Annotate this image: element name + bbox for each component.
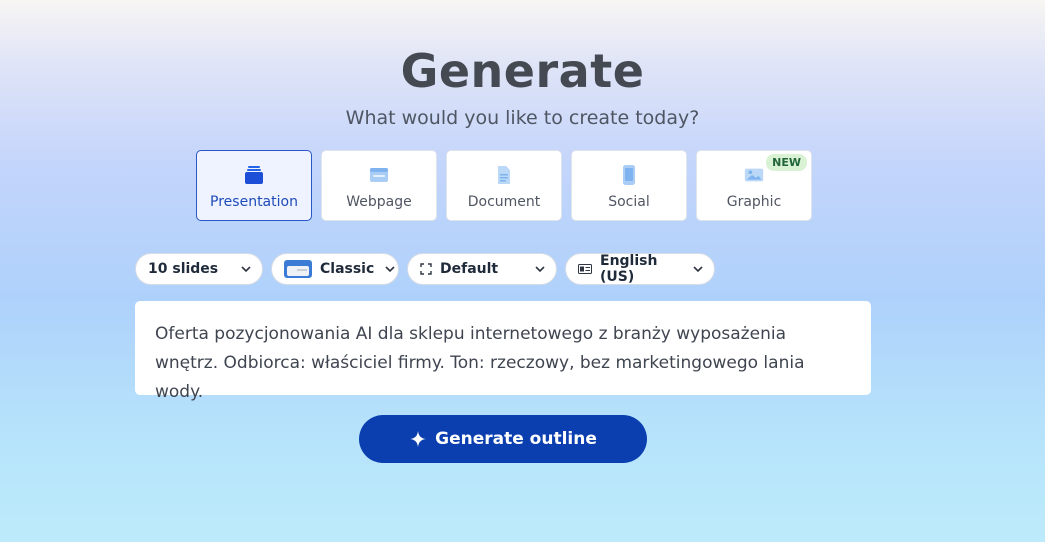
type-card-social[interactable]: Social [571,150,687,221]
sparkle-icon [409,430,427,448]
type-card-document[interactable]: Document [446,150,562,221]
chevron-down-icon [240,263,252,275]
language-icon [578,264,592,274]
presentation-icon [243,164,265,186]
content-type-selector: Presentation Webpage Document Social NEW… [196,150,812,221]
prompt-input[interactable]: Oferta pozycjonowania AI dla sklepu inte… [135,301,871,402]
chevron-down-icon [692,263,704,275]
phone-icon [618,164,640,186]
new-badge: NEW [766,154,807,171]
type-card-webpage[interactable]: Webpage [321,150,437,221]
slides-select[interactable]: 10 slides [135,253,263,285]
generate-outline-button[interactable]: Generate outline [359,415,647,463]
slides-value: 10 slides [148,261,219,277]
theme-select[interactable]: Classic [271,253,399,285]
type-card-label: Social [608,194,650,210]
webpage-icon [368,164,390,186]
document-icon [493,164,515,186]
type-card-label: Document [467,194,541,210]
generate-outline-label: Generate outline [435,429,597,449]
type-card-label: Presentation [210,194,298,210]
page-title: Generate [400,44,645,98]
language-value: English (US) [600,253,658,285]
type-card-graphic[interactable]: NEW Graphic [696,150,812,221]
chevron-down-icon [534,263,546,275]
type-card-label: Graphic [726,194,782,210]
theme-thumbnail-icon [284,260,312,278]
type-card-presentation[interactable]: Presentation [196,150,312,221]
format-value: Default [440,261,499,277]
aspect-ratio-icon [420,263,432,275]
format-select[interactable]: Default [407,253,557,285]
image-icon [743,164,765,186]
options-bar: 10 slides Classic Default English (US) [135,253,715,285]
chevron-down-icon [384,263,396,275]
language-select[interactable]: English (US) [565,253,715,285]
type-card-label: Webpage [346,194,412,210]
theme-value: Classic [320,261,375,277]
page-subtitle: What would you like to create today? [345,107,700,129]
